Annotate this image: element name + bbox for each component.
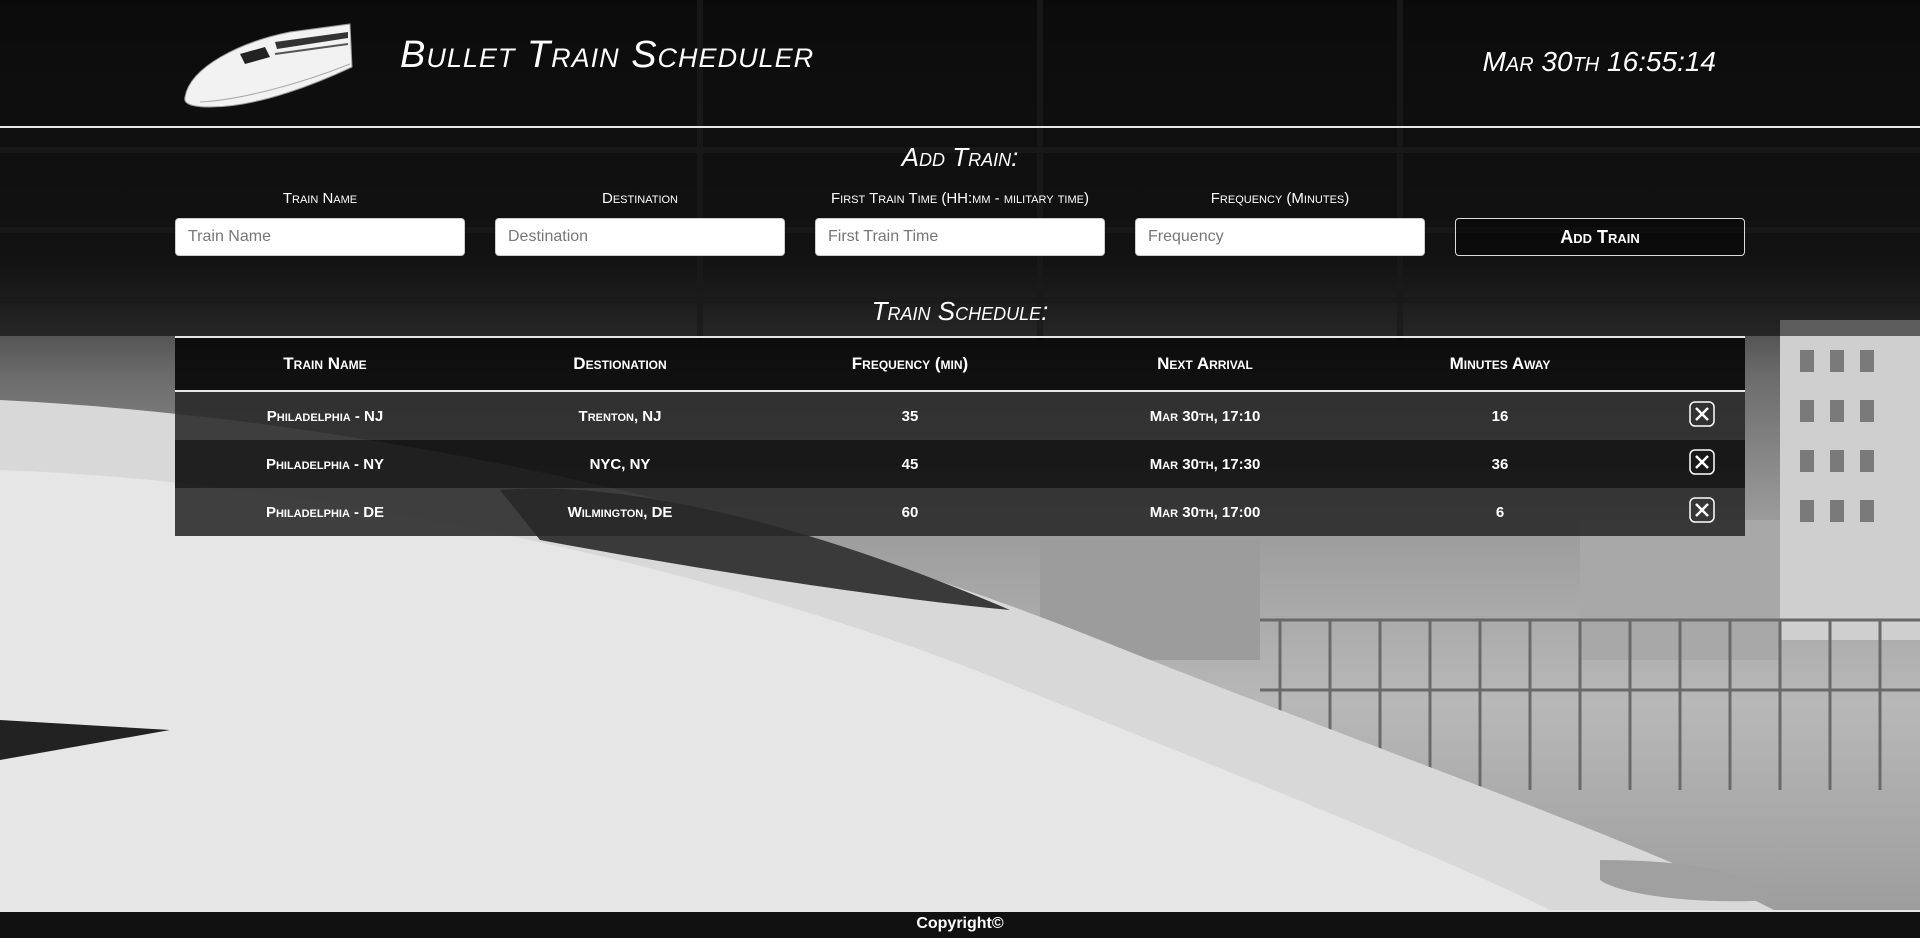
minutes-away-cell: 36 [1491, 455, 1509, 473]
first-train-time-input[interactable] [815, 218, 1105, 256]
column-header-frequency: Frequency (min) [851, 354, 969, 373]
table-row: Philadelphia - NJ Trenton, NJ 35 Mar 30t… [175, 392, 1745, 440]
train-name-input[interactable] [175, 218, 465, 256]
frequency-label: Frequency (Minutes) [1210, 190, 1350, 207]
table-row: Philadelphia - DE Wilmington, DE 60 Mar … [175, 488, 1745, 536]
column-header-destination: Destionation [573, 354, 667, 373]
destination-cell: Trenton, NJ [578, 407, 662, 425]
add-train-form: Train Name Destination First Train Time … [175, 190, 1745, 280]
frequency-cell: 60 [901, 503, 919, 521]
train-name-label: Train Name [282, 190, 358, 207]
current-time-clock: Mar 30th 16:55:14 [1482, 46, 1716, 77]
next-arrival-cell: Mar 30th, 17:10 [1149, 407, 1261, 425]
destination-input[interactable] [495, 218, 785, 256]
table-row: Philadelphia - NY NYC, NY 45 Mar 30th, 1… [175, 440, 1745, 488]
add-train-button[interactable]: Add Train [1455, 218, 1745, 256]
table-header-row: Train Name Destionation Frequency (min) … [175, 338, 1745, 392]
column-header-next-arrival: Next Arrival [1157, 354, 1253, 373]
destination-cell: Wilmington, DE [567, 503, 673, 521]
frequency-cell: 35 [901, 407, 919, 425]
close-x-icon[interactable] [1689, 497, 1715, 523]
column-header-train-name: Train Name [283, 354, 367, 373]
train-name-cell: Philadelphia - NJ [266, 407, 384, 425]
train-name-field-group: Train Name [175, 190, 465, 256]
bullet-train-logo [184, 23, 353, 108]
next-arrival-cell: Mar 30th, 17:00 [1149, 503, 1261, 521]
minutes-away-cell: 16 [1491, 407, 1509, 425]
page-footer: Copyright© [0, 910, 1920, 938]
destination-field-group: Destination [495, 190, 785, 256]
site-title: Bullet Train Scheduler [400, 34, 815, 76]
frequency-cell: 45 [901, 455, 919, 473]
frequency-field-group: Frequency (Minutes) [1135, 190, 1425, 256]
close-x-icon[interactable] [1689, 401, 1715, 427]
train-schedule-heading: Train Schedule: [871, 296, 1049, 326]
first-train-time-field-group: First Train Time (HH:mm - military time) [815, 190, 1105, 256]
first-train-time-label: First Train Time (HH:mm - military time) [831, 190, 1089, 207]
copyright-text: Copyright© [916, 915, 1004, 932]
train-name-cell: Philadelphia - DE [265, 503, 385, 521]
train-name-cell: Philadelphia - NY [265, 455, 385, 473]
add-train-heading: Add Train: [901, 142, 1019, 172]
add-train-section: Add Train: Train Name Destination First … [0, 128, 1920, 336]
page-header: Bullet Train Scheduler Mar 30th 16:55:14 [0, 0, 1920, 128]
next-arrival-cell: Mar 30th, 17:30 [1149, 455, 1261, 473]
actions-cell [1645, 401, 1745, 431]
column-header-minutes-away: Minutes Away [1449, 354, 1551, 373]
actions-cell [1645, 497, 1745, 527]
minutes-away-cell: 6 [1495, 503, 1505, 521]
actions-cell [1645, 449, 1745, 479]
train-schedule-table: Train Name Destionation Frequency (min) … [175, 336, 1745, 536]
frequency-input[interactable] [1135, 218, 1425, 256]
destination-label: Destination [601, 190, 679, 207]
destination-cell: NYC, NY [589, 455, 651, 473]
close-x-icon[interactable] [1689, 449, 1715, 475]
